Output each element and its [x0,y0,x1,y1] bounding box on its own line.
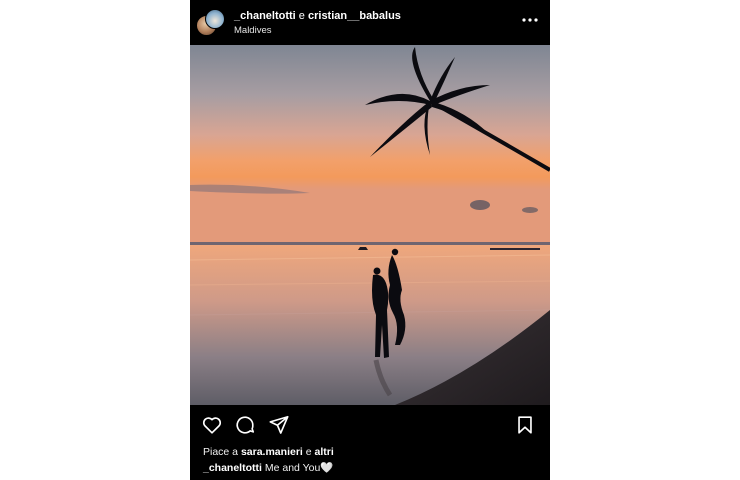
post-caption: _chaneltotti Me and You🤍 [203,461,333,474]
author-username[interactable]: _chaneltotti [234,10,296,22]
post-header: _chaneltotti e cristian__babalus Maldive… [190,0,550,44]
comment-icon[interactable] [234,414,256,436]
post-authors: _chaneltotti e cristian__babalus [234,10,401,22]
post-location[interactable]: Maldives [234,25,272,36]
likes-others[interactable]: altri [315,446,334,458]
caption-text: Me and You🤍 [264,462,334,474]
author-conjunction: e [298,10,305,22]
instagram-post: _chaneltotti e cristian__babalus Maldive… [190,0,550,480]
caption-username[interactable]: _chaneltotti [203,462,262,474]
post-photo[interactable] [190,45,550,405]
liker-username[interactable]: sara.manieri [241,446,303,458]
more-options-icon[interactable] [520,12,540,28]
avatar-group[interactable] [196,9,226,37]
likes-prefix: Piace a [203,446,239,458]
bookmark-icon[interactable] [514,414,536,436]
avatar[interactable] [205,9,225,29]
likes-summary[interactable]: Piace a sara.manieri e altri [203,446,334,458]
send-icon[interactable] [268,414,290,436]
post-actions [190,410,550,440]
heart-icon[interactable] [201,414,223,436]
coauthor-username[interactable]: cristian__babalus [308,10,401,22]
likes-conjunction: e [305,446,312,458]
